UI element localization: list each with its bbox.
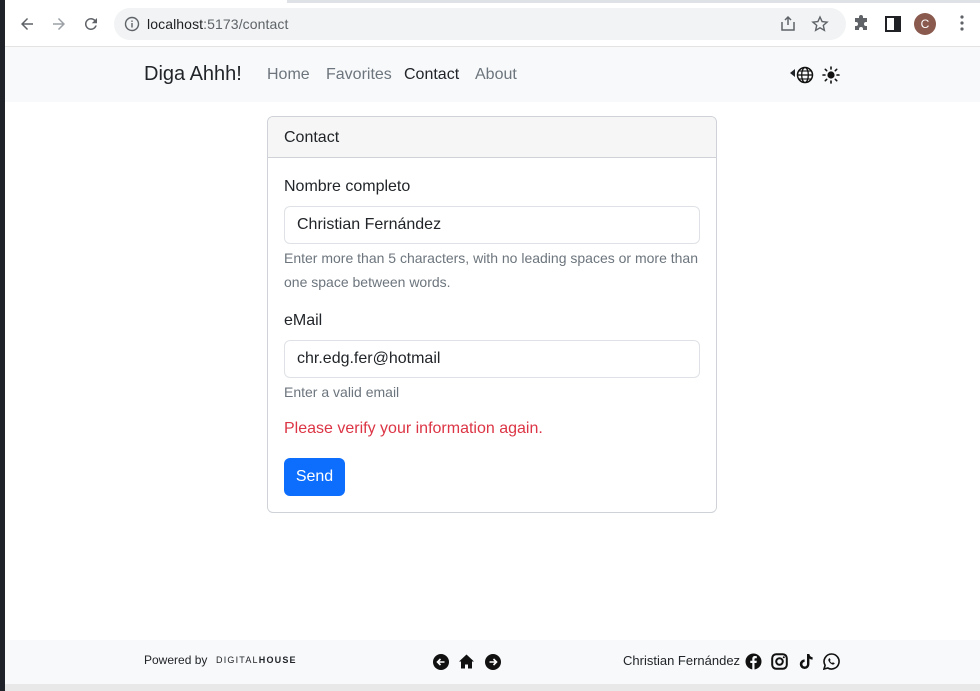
arrow-right-circle-icon[interactable] [485, 654, 501, 670]
brand-link[interactable]: Diga Ahhh! [144, 63, 242, 86]
editor-sliver [0, 0, 5, 691]
powered-by-text: Powered by [144, 653, 208, 667]
contact-card: Contact Nombre completo Christian Fernán… [267, 116, 717, 513]
digitalhouse-logo: DIGITALHOUSE [216, 655, 297, 665]
home-icon[interactable] [458, 653, 475, 670]
email-label: eMail [284, 312, 323, 329]
arrow-left-circle-icon[interactable] [433, 654, 449, 670]
globe-icon[interactable] [796, 66, 814, 84]
error-message: Please verify your information again. [284, 420, 543, 437]
email-help-text: Enter a valid email [284, 384, 400, 400]
nav-link-contact[interactable]: Contact [404, 66, 459, 84]
nav-link-home[interactable]: Home [267, 66, 310, 84]
name-label: Nombre completo [284, 178, 411, 195]
app-navbar: Diga Ahhh! Home Favorites Contact About [5, 47, 980, 102]
nav-link-favorites[interactable]: Favorites [326, 66, 392, 84]
nav-link-about[interactable]: About [475, 66, 517, 84]
whatsapp-icon[interactable] [823, 653, 840, 670]
menu-kebab-icon[interactable] [960, 14, 964, 32]
profile-avatar[interactable]: C [914, 13, 936, 35]
status-bar [5, 684, 980, 691]
share-icon[interactable] [779, 15, 797, 33]
chevron-left-icon[interactable] [790, 69, 795, 77]
send-button[interactable]: Send [284, 458, 345, 496]
address-bar[interactable]: localhost:5173/contact [114, 8, 846, 40]
tiktok-icon[interactable] [797, 653, 814, 670]
bookmark-star-icon[interactable] [811, 15, 829, 33]
site-info-icon[interactable] [124, 16, 140, 32]
email-input[interactable]: chr.edg.fer@hotmail [284, 340, 700, 378]
reload-icon[interactable] [79, 12, 103, 36]
app-footer: Powered by DIGITALHOUSE Christian Fernán… [5, 640, 980, 684]
extensions-icon[interactable] [851, 14, 871, 34]
back-arrow-icon[interactable] [15, 12, 39, 36]
browser-toolbar: localhost:5173/contact C [5, 0, 980, 47]
name-input[interactable]: Christian Fernández [284, 206, 700, 244]
instagram-icon[interactable] [771, 653, 788, 670]
forward-arrow-icon[interactable] [47, 12, 71, 36]
sun-icon[interactable] [822, 66, 840, 84]
card-header: Contact [268, 117, 716, 158]
author-name: Christian Fernández [623, 653, 741, 668]
url-text: localhost:5173/contact [147, 16, 289, 32]
side-panel-icon[interactable] [883, 14, 903, 34]
name-help-text: Enter more than 5 characters, with no le… [284, 250, 698, 290]
tab-strip [287, 0, 980, 3]
facebook-icon[interactable] [745, 653, 762, 670]
